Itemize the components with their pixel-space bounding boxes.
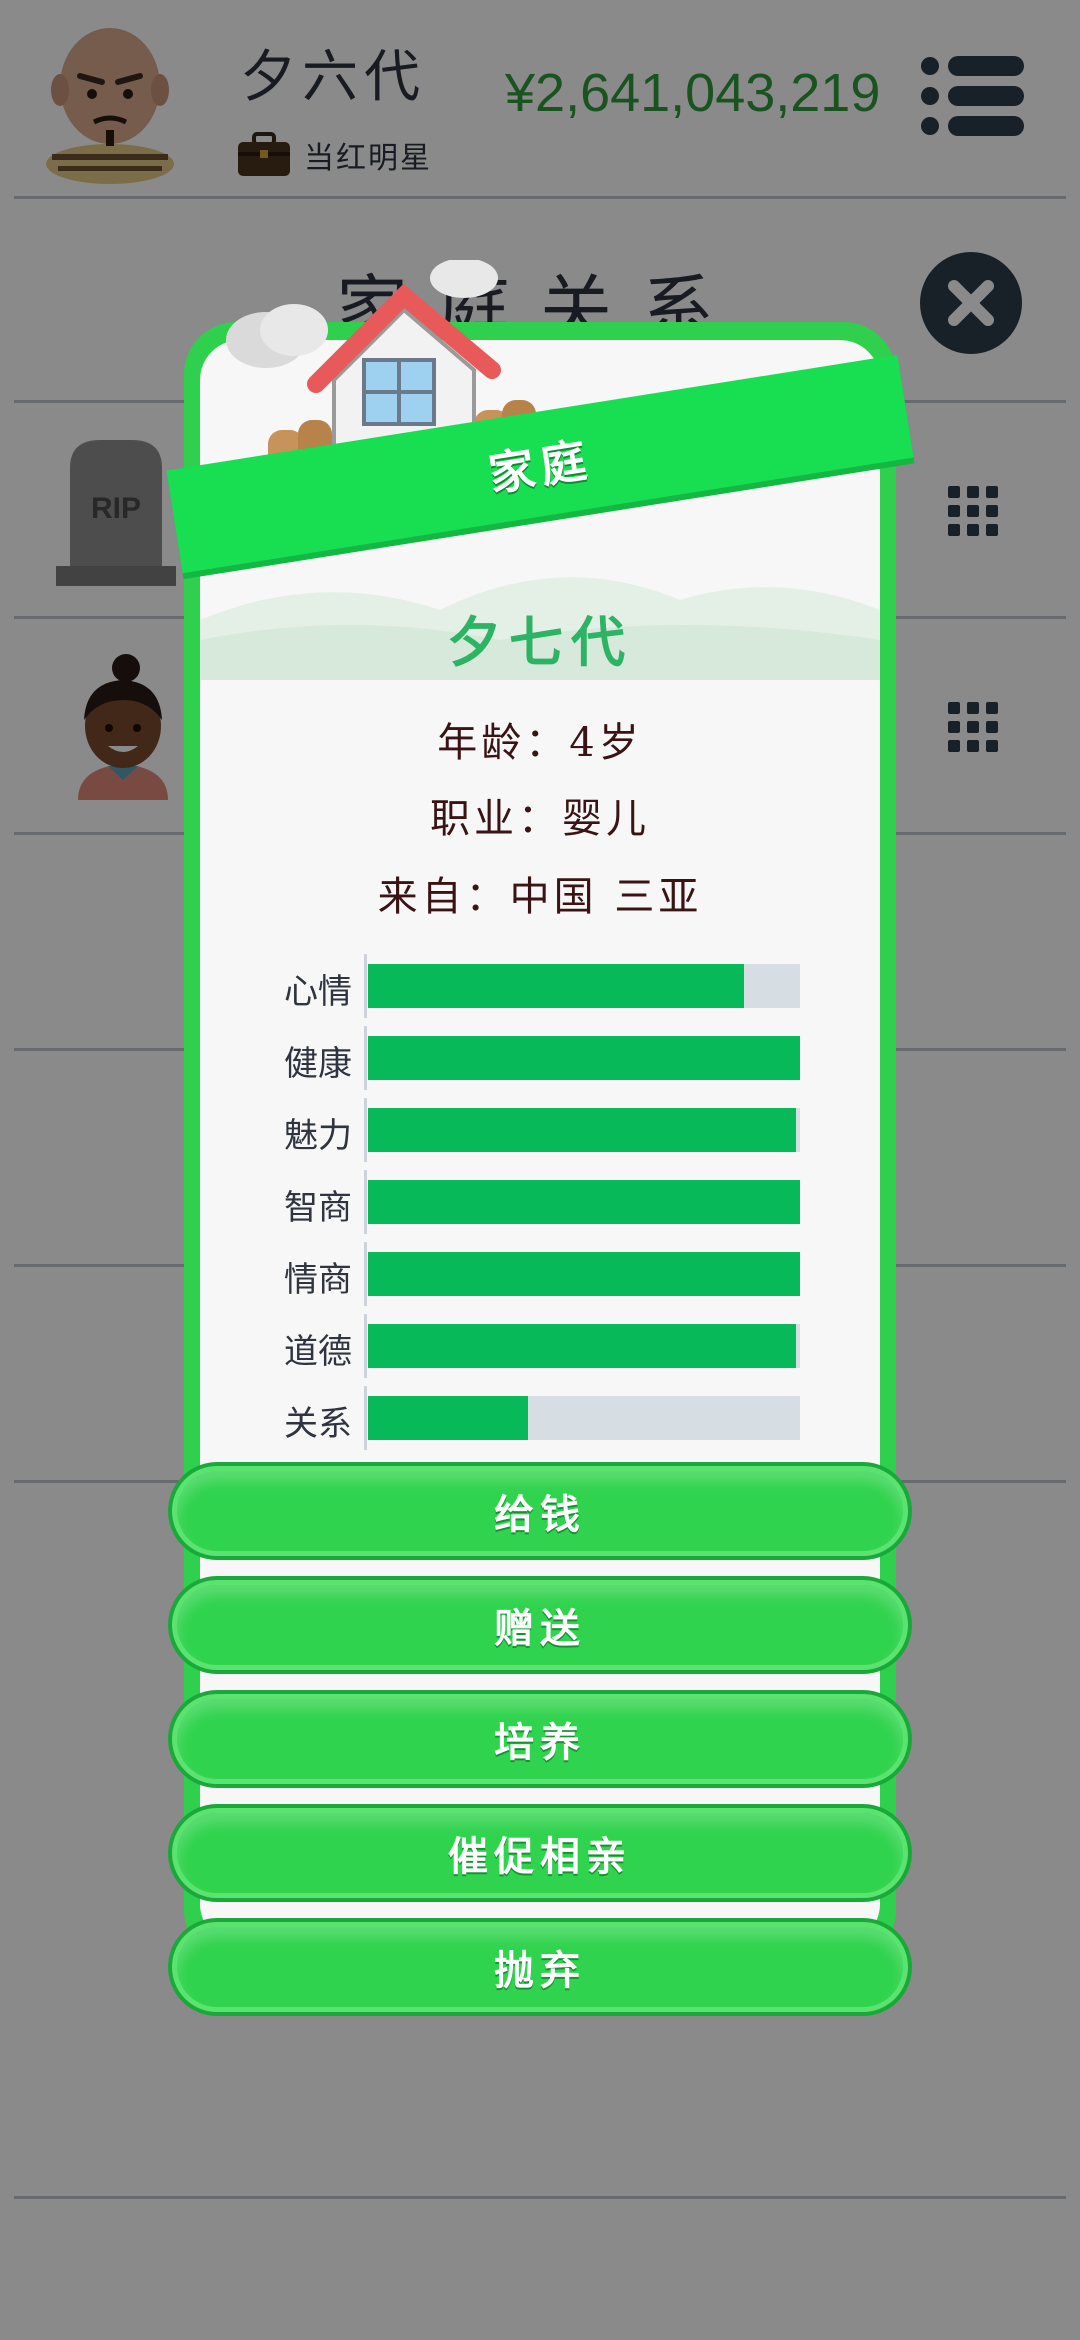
stat-bar [368,1252,800,1296]
stat-row-iq: 智商 [264,1166,804,1238]
stat-bar [368,1324,800,1368]
stat-label: 情商 [284,1260,352,1300]
member-name: 夕七代 [447,610,633,674]
urge-blind-date-button[interactable]: 催促相亲 [172,1808,908,1898]
member-age: 年龄：4岁 [437,720,643,766]
stat-bar [368,1036,800,1080]
stat-label: 心情 [284,972,352,1012]
gift-button[interactable]: 赠送 [172,1580,908,1670]
button-label: 抛弃 [494,1948,586,1994]
stat-bar [368,1396,800,1440]
stat-bar-fill [368,1324,796,1368]
stat-divider [364,1314,367,1378]
stat-label: 道德 [284,1332,352,1372]
stat-bar-fill [368,1180,800,1224]
stat-divider [364,1386,367,1450]
member-job: 职业：婴儿 [430,796,650,842]
stat-label: 关系 [284,1404,352,1444]
stat-bar-fill [368,1036,800,1080]
stat-divider [364,954,367,1018]
stat-row-health: 健康 [264,1022,804,1094]
stat-row-morality: 道德 [264,1310,804,1382]
stat-divider [364,1170,367,1234]
button-label: 给钱 [494,1492,586,1538]
stat-row-eq: 情商 [264,1238,804,1310]
stat-divider [364,1242,367,1306]
stat-bar [368,964,800,1008]
abandon-button[interactable]: 抛弃 [172,1922,908,2012]
give-money-button[interactable]: 给钱 [172,1466,908,1556]
stat-label: 魅力 [284,1116,352,1156]
nurture-button[interactable]: 培养 [172,1694,908,1784]
stat-divider [364,1026,367,1090]
button-label: 培养 [494,1720,586,1766]
stat-bar [368,1180,800,1224]
stat-row-mood: 心情 [264,950,804,1022]
stat-bar-fill [368,964,744,1008]
stat-bar-fill [368,1396,528,1440]
button-label: 赠送 [494,1606,586,1652]
member-origin: 来自：中国 三亚 [377,874,703,920]
button-label: 催促相亲 [448,1834,632,1880]
stat-label: 智商 [284,1188,352,1228]
stat-bar-fill [368,1252,800,1296]
stat-bar [368,1108,800,1152]
stat-row-relationship: 关系 [264,1382,804,1454]
stat-bar-fill [368,1108,796,1152]
stat-divider [364,1098,367,1162]
stat-row-charm: 魅力 [264,1094,804,1166]
stat-label: 健康 [284,1044,352,1084]
